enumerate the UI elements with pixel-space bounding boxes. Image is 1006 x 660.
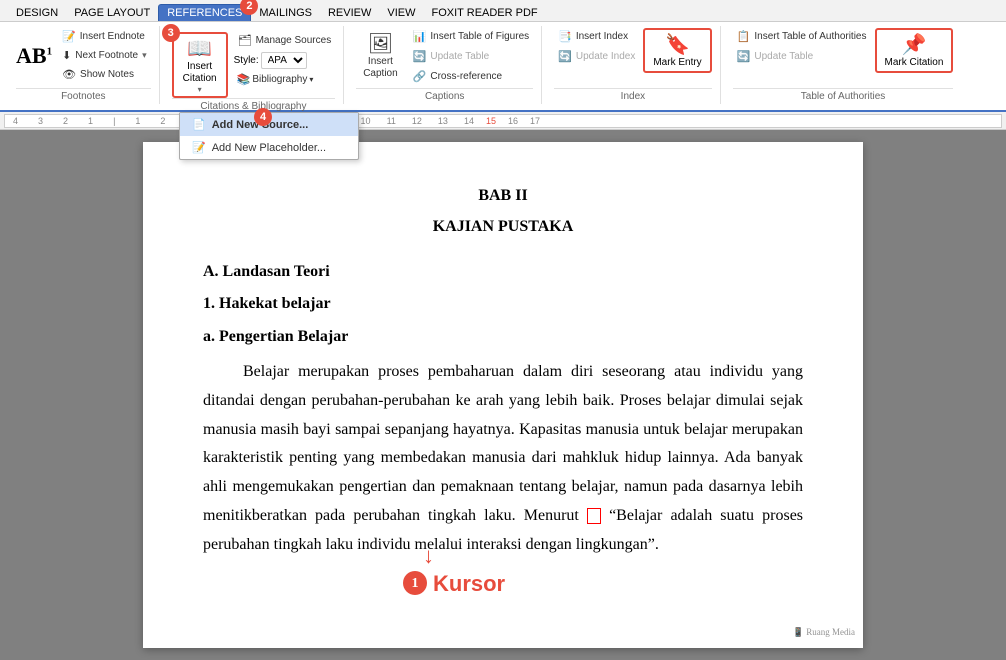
update-index-button[interactable]: 🔄 Update Index — [554, 48, 639, 65]
update-table-authorities-label: Update Table — [754, 51, 813, 62]
bibliography-label: Bibliography — [252, 74, 307, 85]
insert-index-button[interactable]: 📑 Insert Index — [554, 28, 639, 45]
menu-view[interactable]: VIEW — [379, 5, 423, 21]
section-1-heading: 1. Hakekat belajar — [203, 290, 803, 319]
insert-citation-label: InsertCitation — [183, 61, 217, 85]
show-notes-icon: 👁 — [62, 68, 76, 81]
insert-endnote-button[interactable]: 📝 Insert Endnote — [58, 28, 151, 45]
menu-foxit[interactable]: FOXIT READER PDF — [424, 5, 546, 21]
add-new-placeholder-label: Add New Placeholder... — [212, 142, 326, 154]
badge-3: 3 — [162, 24, 180, 42]
next-footnote-label: Next Footnote — [75, 50, 138, 61]
show-notes-label: Show Notes — [80, 69, 134, 80]
insert-caption-label: InsertCaption — [363, 56, 397, 80]
insert-figures-icon: 📊 — [413, 30, 427, 43]
citations-group: 3 📖 InsertCitation ▾ 🗂 Manage Sources St… — [164, 26, 345, 104]
ribbon: AB1 📝 Insert Endnote ⬇ Next Footnote ▾ — [0, 22, 1006, 112]
menu-page-layout[interactable]: PAGE LAYOUT — [66, 5, 158, 21]
bibliography-button[interactable]: 📚 Bibliography ▾ — [234, 72, 336, 87]
kursor-arrow-icon: ↓ — [423, 536, 434, 576]
document-area: BAB II KAJIAN PUSTAKA A. Landasan Teori … — [0, 130, 1006, 660]
insert-caption-button[interactable]: 🖼 InsertCaption — [356, 28, 404, 83]
index-group: 📑 Insert Index 🔄 Update Index 🔖 Mark Ent… — [546, 26, 721, 104]
insert-table-figures-label: Insert Table of Figures — [430, 31, 529, 42]
manage-sources-icon: 🗂 — [238, 34, 252, 47]
badge-4: 4 — [254, 108, 272, 126]
watermark: 📱 Ruang Media — [793, 624, 855, 640]
mark-entry-button[interactable]: 🔖 Mark Entry — [643, 28, 711, 73]
insert-table-authorities-button[interactable]: 📋 Insert Table of Authorities — [733, 28, 871, 45]
insert-index-label: Insert Index — [576, 31, 628, 42]
ruler: 4 3 2 1 | 1 2 3 4 5 6 7 8 9 10 11 12 13 … — [0, 112, 1006, 130]
menu-mailings[interactable]: MAILINGS — [251, 5, 320, 21]
mark-citation-icon: 📌 — [902, 32, 927, 57]
menu-references[interactable]: REFERENCES 2 — [158, 4, 251, 21]
ruler-inner: 4 3 2 1 | 1 2 3 4 5 6 7 8 9 10 11 12 13 … — [4, 114, 1002, 128]
manage-sources-button[interactable]: 🗂 Manage Sources — [234, 32, 336, 49]
update-table-captions-button[interactable]: 🔄 Update Table — [409, 48, 533, 65]
citation-dropdown-arrow[interactable]: ▾ — [198, 85, 202, 94]
section-a-heading: A. Landasan Teori — [203, 258, 803, 287]
kursor-label: Kursor — [433, 564, 505, 604]
show-notes-button[interactable]: 👁 Show Notes — [58, 66, 151, 83]
authorities-label: Table of Authorities — [733, 88, 954, 102]
citations-label: Citations & Bibliography — [172, 98, 336, 112]
mark-entry-label: Mark Entry — [653, 57, 701, 69]
insert-endnote-label: Insert Endnote — [80, 31, 145, 42]
authorities-group: 📋 Insert Table of Authorities 🔄 Update T… — [725, 26, 962, 104]
insert-citation-button[interactable]: 📖 InsertCitation ▾ — [172, 32, 228, 98]
style-label: Style: — [234, 55, 259, 66]
menu-references-label: REFERENCES — [167, 7, 242, 19]
paragraph-text: Belajar merupakan proses pembaharuan dal… — [203, 363, 803, 524]
update-table-authorities-button[interactable]: 🔄 Update Table — [733, 48, 871, 65]
cross-reference-button[interactable]: 🔗 Cross-reference — [409, 68, 533, 85]
footnotes-label: Footnotes — [16, 88, 151, 102]
placeholder-icon: 📝 — [192, 141, 206, 154]
bibliography-arrow: ▾ — [309, 75, 313, 84]
insert-index-icon: 📑 — [558, 30, 572, 43]
section-a1-heading: a. Pengertian Belajar — [203, 323, 803, 352]
endnote-icon: 📝 — [62, 30, 76, 43]
citation-icon: 📖 — [187, 36, 212, 61]
next-footnote-icon: ⬇ — [62, 49, 71, 62]
body-paragraph: Belajar merupakan proses pembaharuan dal… — [203, 358, 803, 560]
doc-title-1: BAB II — [203, 182, 803, 211]
style-select[interactable]: APA — [261, 52, 307, 69]
mark-entry-icon: 🔖 — [665, 32, 690, 57]
update-table-captions-icon: 🔄 — [413, 50, 427, 63]
doc-title-2: KAJIAN PUSTAKA — [203, 213, 803, 242]
caption-icon: 🖼 — [368, 31, 393, 56]
menu-design[interactable]: DESIGN — [8, 5, 66, 21]
menu-bar: DESIGN PAGE LAYOUT REFERENCES 2 MAILINGS… — [0, 0, 1006, 22]
cross-reference-icon: 🔗 — [413, 70, 427, 83]
update-auth-icon: 🔄 — [737, 50, 751, 63]
update-index-icon: 🔄 — [558, 50, 572, 63]
index-label: Index — [554, 88, 712, 102]
footnotes-group: AB1 📝 Insert Endnote ⬇ Next Footnote ▾ — [8, 26, 160, 104]
update-index-label: Update Index — [576, 51, 636, 62]
mark-citation-label: Mark Citation — [885, 57, 944, 69]
update-table-captions-label: Update Table — [430, 51, 489, 62]
source-icon: 📄 — [192, 118, 206, 131]
ab-icon: AB1 — [16, 45, 52, 67]
next-footnote-button[interactable]: ⬇ Next Footnote ▾ — [58, 47, 151, 64]
manage-sources-label: Manage Sources — [256, 35, 332, 46]
cross-reference-label: Cross-reference — [430, 71, 502, 82]
captions-label: Captions — [356, 88, 533, 102]
menu-review[interactable]: REVIEW — [320, 5, 379, 21]
bibliography-icon: 📚 — [237, 73, 251, 86]
kursor-annotation: ↓ 1 Kursor — [203, 564, 803, 604]
captions-group: 🖼 InsertCaption 📊 Insert Table of Figure… — [348, 26, 542, 104]
mark-citation-button[interactable]: 📌 Mark Citation — [875, 28, 954, 73]
text-cursor — [587, 508, 601, 524]
insert-table-figures-button[interactable]: 📊 Insert Table of Figures — [409, 28, 533, 45]
add-new-placeholder-item[interactable]: 📝 Add New Placeholder... — [180, 136, 358, 159]
document-page[interactable]: BAB II KAJIAN PUSTAKA A. Landasan Teori … — [143, 142, 863, 648]
insert-auth-icon: 📋 — [737, 30, 751, 43]
insert-table-authorities-label: Insert Table of Authorities — [754, 31, 866, 42]
